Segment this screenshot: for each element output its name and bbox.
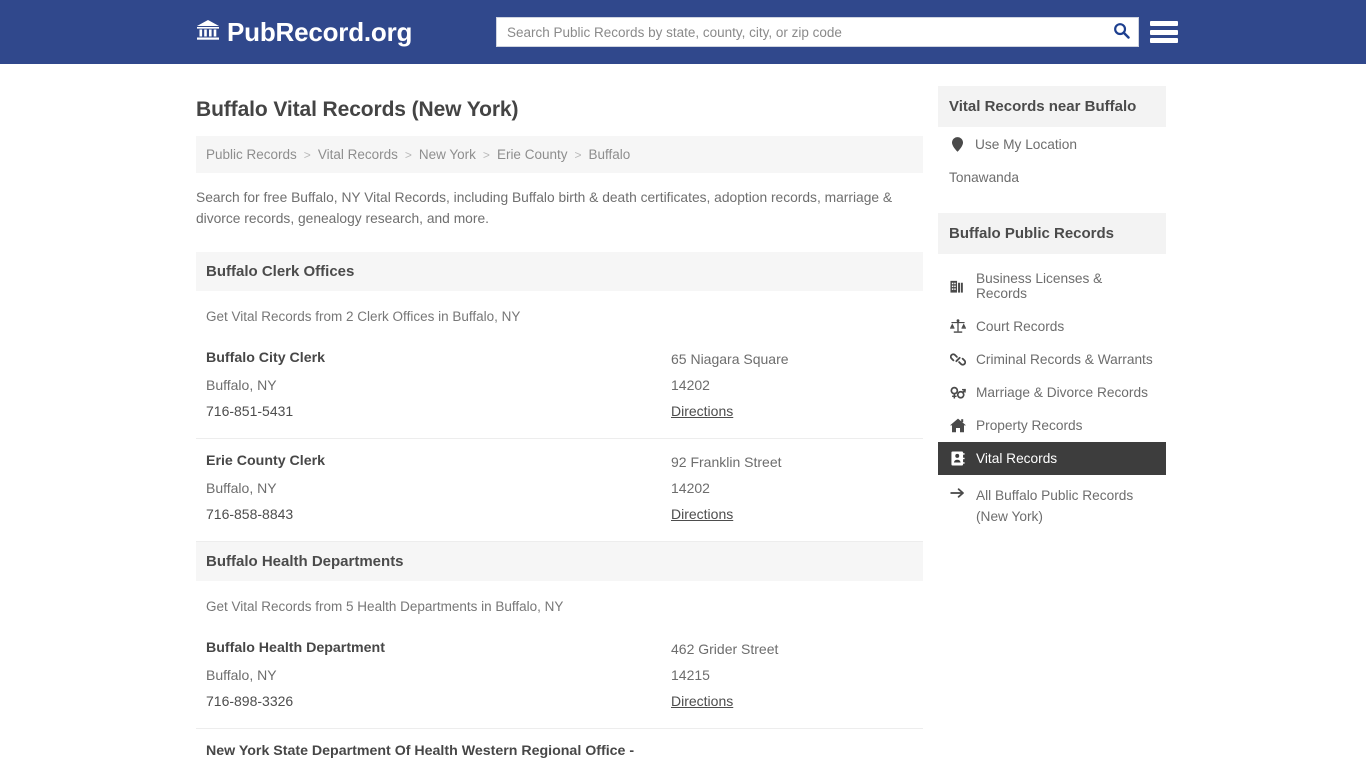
home-icon: [949, 418, 966, 433]
chain-link-icon: [949, 352, 966, 367]
breadcrumb-separator-icon: >: [482, 147, 490, 162]
search-input[interactable]: [497, 18, 1104, 46]
entry-address: 92 Franklin Street 14202 Directions: [671, 449, 913, 527]
use-my-location-label: Use My Location: [975, 137, 1077, 152]
entry-info: Erie County Clerk Buffalo, NY 716-858-88…: [206, 449, 671, 527]
scales-icon: [949, 319, 966, 334]
office-zip: 14202: [671, 480, 710, 497]
office-street: 92 Franklin Street: [671, 454, 782, 471]
directions-link[interactable]: Directions: [671, 398, 733, 424]
section-clerk-offices: Buffalo Clerk Offices Get Vital Records …: [196, 251, 923, 543]
entry-address: 462 Grider Street 14215 Directions: [671, 636, 913, 714]
sidebar-records-list: Business Licenses & Records Court Record…: [938, 262, 1166, 536]
breadcrumb-item-public-records[interactable]: Public Records: [206, 147, 297, 162]
section-subheading: Get Vital Records from 5 Health Departme…: [206, 599, 564, 615]
office-street: 462 Grider Street: [671, 641, 779, 658]
entry-info: Buffalo City Clerk Buffalo, NY 716-851-5…: [206, 346, 671, 424]
office-phone: 716-858-8843: [206, 505, 294, 522]
sidebar: Vital Records near Buffalo Use My Locati…: [938, 86, 1166, 536]
table-row: Erie County Clerk Buffalo, NY 716-858-88…: [196, 439, 923, 543]
entry-info: Buffalo Health Department Buffalo, NY 71…: [206, 636, 671, 714]
office-name: New York State Department Of Health West…: [206, 743, 635, 760]
office-city: Buffalo, NY: [206, 376, 277, 393]
bank-icon: [196, 19, 220, 46]
office-phone: 716-898-3326: [206, 693, 294, 709]
section-heading: Buffalo Health Departments: [196, 542, 923, 582]
venus-mars-icon: [949, 385, 966, 400]
arrow-right-icon: [949, 486, 966, 499]
sidebar-item-label: Criminal Records & Warrants: [976, 352, 1153, 367]
breadcrumb-separator-icon: >: [404, 147, 412, 162]
search-bar: [496, 17, 1139, 47]
brand-logo-link[interactable]: PubRecord.org: [196, 17, 412, 48]
table-row: Buffalo Health Department Buffalo, NY 71…: [196, 626, 923, 730]
sidebar-item-label: Property Records: [976, 418, 1083, 433]
hamburger-bar: [1150, 21, 1178, 26]
sidebar-item-court-records[interactable]: Court Records: [938, 310, 1166, 343]
breadcrumb-separator-icon: >: [303, 147, 311, 162]
office-phone: 716-851-5431: [206, 402, 294, 419]
page-description: Search for free Buffalo, NY Vital Record…: [196, 190, 893, 226]
main-content: Buffalo Vital Records (New York) Public …: [196, 86, 923, 768]
table-row: Buffalo City Clerk Buffalo, NY 716-851-5…: [196, 336, 923, 440]
hamburger-bar: [1150, 38, 1178, 43]
search-button[interactable]: [1104, 18, 1138, 46]
page-title: Buffalo Vital Records (New York): [196, 98, 519, 121]
breadcrumb-item-new-york[interactable]: New York: [419, 147, 476, 162]
breadcrumb-item-erie-county[interactable]: Erie County: [497, 147, 568, 162]
sidebar-item-tonawanda[interactable]: Tonawanda: [938, 162, 1166, 195]
entry-address: 584 Delaware Avenue 14202: [671, 739, 913, 768]
directions-link[interactable]: Directions: [671, 688, 733, 714]
sidebar-item-business-licenses[interactable]: Business Licenses & Records: [938, 262, 1166, 310]
map-pin-icon: [949, 137, 966, 152]
sidebar-nearby-list: Use My Location Tonawanda: [938, 127, 1166, 195]
directions-link[interactable]: Directions: [671, 501, 733, 527]
section-health-departments: Buffalo Health Departments Get Vital Rec…: [196, 542, 923, 768]
hamburger-bar: [1150, 29, 1178, 35]
entry-address: 65 Niagara Square 14202 Directions: [671, 346, 913, 424]
office-city: Buffalo, NY: [206, 479, 277, 496]
office-zip: 14215: [671, 667, 710, 684]
office-name: Buffalo Health Department: [206, 640, 385, 657]
sidebar-item-label: Vital Records: [976, 451, 1058, 466]
entry-info: New York State Department Of Health West…: [206, 739, 671, 768]
sidebar-item-property-records[interactable]: Property Records: [938, 409, 1166, 442]
office-zip: 14202: [671, 376, 710, 393]
sidebar-heading-records: Buffalo Public Records: [938, 213, 1166, 254]
office-city: Buffalo, NY: [206, 666, 277, 683]
building-icon: [949, 279, 966, 294]
page-body: Buffalo Vital Records (New York) Public …: [0, 64, 1366, 768]
search-icon: [1113, 22, 1130, 42]
office-street: 65 Niagara Square: [671, 350, 789, 367]
office-name: Buffalo City Clerk: [206, 349, 326, 366]
table-row: New York State Department Of Health West…: [196, 729, 923, 768]
hamburger-menu-icon[interactable]: [1150, 19, 1178, 45]
section-subheading: Get Vital Records from 2 Clerk Offices i…: [206, 308, 521, 324]
breadcrumb: Public Records > Vital Records > New Yor…: [196, 136, 923, 173]
sidebar-item-label: All Buffalo Public Records (New York): [976, 488, 1134, 524]
use-my-location-button[interactable]: Use My Location: [938, 127, 1166, 162]
breadcrumb-item-buffalo: Buffalo: [588, 147, 631, 162]
sidebar-item-vital-records[interactable]: Vital Records: [938, 442, 1166, 475]
breadcrumb-item-vital-records[interactable]: Vital Records: [318, 147, 398, 162]
brand-name: PubRecord.org: [227, 16, 413, 47]
breadcrumb-separator-icon: >: [574, 147, 582, 162]
sidebar-item-label: Business Licenses & Records: [976, 271, 1103, 301]
sidebar-item-label: Marriage & Divorce Records: [976, 385, 1148, 400]
id-card-icon: [949, 451, 966, 466]
site-header: PubRecord.org: [0, 0, 1366, 64]
office-name: Erie County Clerk: [206, 453, 326, 470]
section-heading: Buffalo Clerk Offices: [196, 251, 923, 291]
sidebar-item-all-public-records[interactable]: All Buffalo Public Records (New York): [938, 475, 1166, 536]
sidebar-item-label: Court Records: [976, 319, 1065, 334]
sidebar-item-criminal-records[interactable]: Criminal Records & Warrants: [938, 343, 1166, 376]
sidebar-heading-near: Vital Records near Buffalo: [938, 86, 1166, 127]
sidebar-item-marriage-divorce[interactable]: Marriage & Divorce Records: [938, 376, 1166, 409]
